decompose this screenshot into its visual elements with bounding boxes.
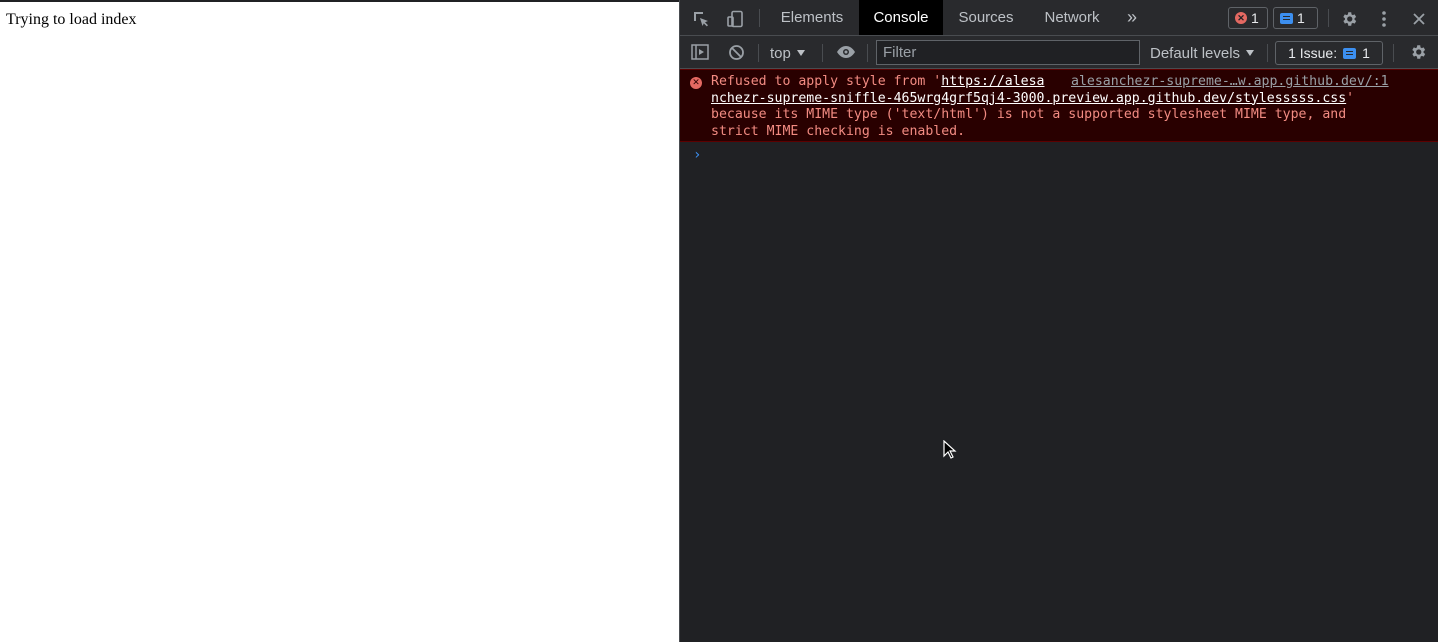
- error-url-link[interactable]: https://alesa: [941, 74, 1044, 89]
- context-selector[interactable]: top: [770, 42, 805, 64]
- error-prefix: Refused to apply style from ': [711, 74, 942, 89]
- error-quote: ': [1346, 90, 1355, 106]
- message-count: 1: [1297, 10, 1305, 26]
- error-counter[interactable]: ✕ 1: [1228, 7, 1268, 29]
- error-line-1: Refused to apply style from 'https://ale…: [711, 74, 1044, 91]
- tab-separator: [759, 9, 760, 27]
- context-label: top: [770, 44, 791, 62]
- console-prompt[interactable]: ›: [693, 147, 701, 163]
- error-icon: ✕: [690, 77, 702, 89]
- page-viewport: Trying to load index: [0, 0, 679, 642]
- log-levels-label: Default levels: [1150, 44, 1241, 62]
- inspect-element-icon[interactable]: [690, 8, 712, 30]
- error-icon: ✕: [1235, 12, 1247, 24]
- toolbar-separator: [822, 44, 823, 62]
- issues-count: 1: [1362, 45, 1370, 61]
- more-tabs-button[interactable]: »: [1118, 0, 1146, 35]
- devtools-panel: Elements Console Sources Network » ✕ 1 1: [679, 0, 1438, 642]
- kebab-menu-icon[interactable]: [1374, 8, 1394, 30]
- toolbar-separator: [867, 44, 868, 62]
- close-icon[interactable]: [1408, 8, 1430, 30]
- caret-down-icon: [796, 50, 805, 56]
- tab-network[interactable]: Network: [1030, 0, 1114, 35]
- page-body-text: Trying to load index: [6, 11, 137, 28]
- message-icon: [1280, 12, 1293, 24]
- tab-separator: [1328, 9, 1329, 27]
- toolbar-separator: [1267, 44, 1268, 62]
- caret-down-icon: [1246, 50, 1255, 56]
- console-settings-gear-icon[interactable]: [1407, 41, 1429, 63]
- error-line-4: strict MIME checking is enabled.: [711, 123, 966, 139]
- devtools-tab-bar: Elements Console Sources Network » ✕ 1 1: [680, 0, 1438, 36]
- issues-button[interactable]: 1 Issue: 1: [1275, 41, 1383, 65]
- issue-message-icon: [1343, 47, 1357, 59]
- filter-input[interactable]: [876, 40, 1140, 65]
- error-source-link[interactable]: alesanchezr-supreme-…w.app.github.dev/:1: [1071, 74, 1389, 91]
- toolbar-separator: [758, 44, 759, 62]
- tab-console[interactable]: Console: [859, 0, 943, 35]
- error-url-link-continued[interactable]: nchezr-supreme-sniffle-465wrg4grf5qj4-30…: [711, 91, 1346, 106]
- error-count: 1: [1251, 10, 1259, 26]
- tab-sources[interactable]: Sources: [945, 0, 1027, 35]
- clear-console-icon[interactable]: [725, 41, 747, 63]
- gear-icon[interactable]: [1338, 8, 1360, 30]
- tab-elements[interactable]: Elements: [768, 0, 856, 35]
- error-line-2: nchezr-supreme-sniffle-465wrg4grf5qj4-30…: [711, 91, 1354, 108]
- sidebar-toggle-icon[interactable]: [689, 41, 711, 63]
- device-toolbar-icon[interactable]: [724, 8, 746, 30]
- live-expression-eye-icon[interactable]: [834, 41, 858, 63]
- issues-label: 1 Issue:: [1288, 45, 1338, 61]
- console-error-message: ✕ Refused to apply style from 'https://a…: [680, 69, 1438, 142]
- message-counter[interactable]: 1: [1273, 7, 1318, 29]
- mouse-cursor-icon: [943, 440, 957, 459]
- log-levels-dropdown[interactable]: Default levels: [1150, 42, 1255, 64]
- toolbar-separator: [1393, 44, 1394, 62]
- error-line-3: because its MIME type ('text/html') is n…: [711, 107, 1347, 122]
